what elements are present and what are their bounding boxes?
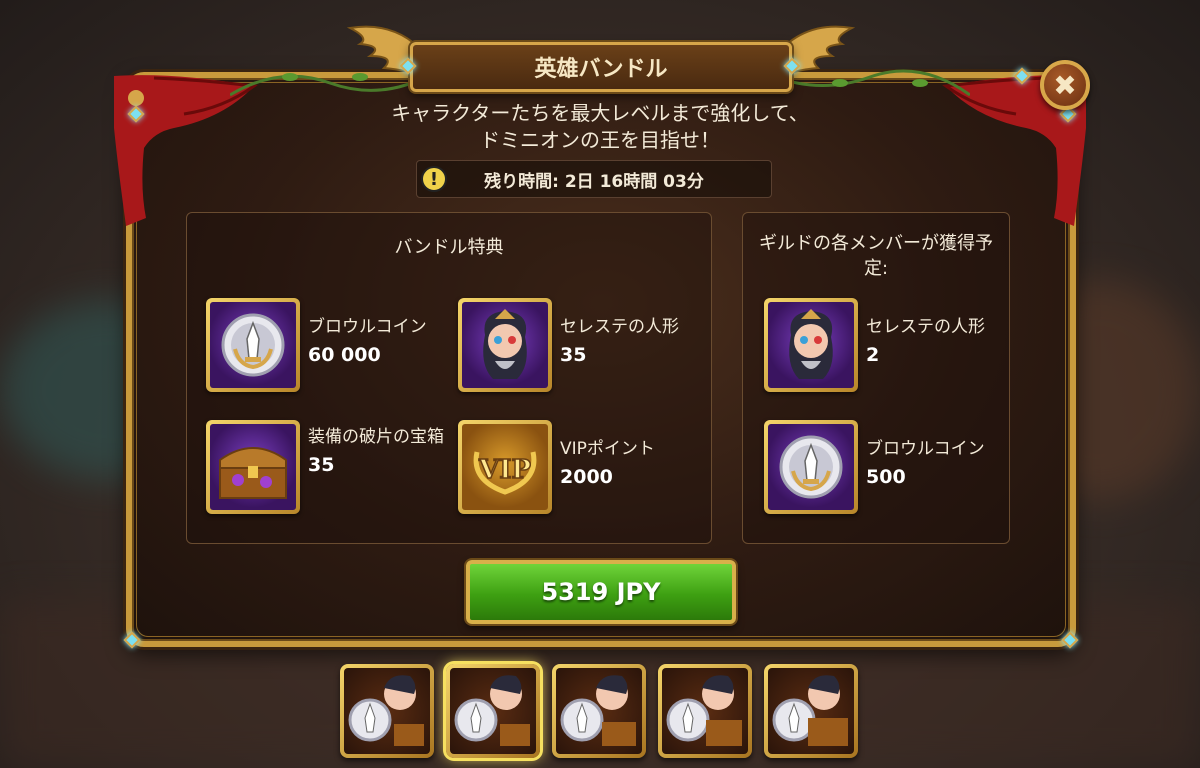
subtitle-line: ドミニオンの王を目指せ！ (480, 128, 720, 152)
item-quantity: 500 (866, 466, 906, 488)
item-name: ブロウルコイン (308, 317, 427, 337)
vip-icon: VIP (458, 420, 552, 514)
item-quantity: 35 (308, 454, 335, 476)
close-button[interactable]: ✖ (1040, 60, 1090, 110)
close-icon: ✖ (1053, 68, 1077, 102)
bundle-tab-selected[interactable] (446, 664, 540, 758)
reward-item[interactable]: VIP VIPポイント 2000 (458, 420, 655, 514)
dialog-subtitle: キャラクターたちを最大レベルまで強化して、 ドミニオンの王を目指せ！ (300, 100, 900, 154)
timer-text: 残り時間: 2日 16時間 03分 (484, 171, 704, 192)
dialog-title: 英雄バンドル (410, 42, 792, 92)
bundle-tab[interactable] (340, 664, 434, 758)
guild-reward-item[interactable]: ブロウルコイン 500 (764, 420, 985, 514)
reward-item[interactable]: 装備の破片の宝箱 35 (206, 420, 448, 514)
item-quantity: 60 000 (308, 344, 381, 366)
bundle-tab[interactable] (764, 664, 858, 758)
celeste-doll-icon (458, 298, 552, 392)
item-name: セレステの人形 (560, 317, 679, 337)
reward-item[interactable]: セレステの人形 35 (458, 298, 679, 392)
guild-rewards-title: ギルドの各メンバーが獲得予定: (759, 233, 993, 279)
item-quantity: 2 (866, 344, 880, 366)
bundle-tab[interactable] (658, 664, 752, 758)
svg-text:VIP: VIP (478, 455, 531, 485)
celeste-doll-icon (764, 298, 858, 392)
time-remaining: ! 残り時間: 2日 16時間 03分 (416, 160, 772, 198)
item-name: セレステの人形 (866, 317, 985, 337)
bundle-rewards-title: バンドル特典 (394, 237, 504, 258)
warning-icon: ! (421, 166, 447, 192)
brawl-coin-icon (206, 298, 300, 392)
guild-reward-item[interactable]: セレステの人形 2 (764, 298, 985, 392)
item-name: 装備の破片の宝箱 (308, 427, 444, 447)
shard-chest-icon (206, 420, 300, 514)
item-name: ブロウルコイン (866, 439, 985, 459)
item-quantity: 2000 (560, 466, 613, 488)
bundle-tab[interactable] (552, 664, 646, 758)
buy-button[interactable]: 5319 JPY (466, 560, 736, 624)
item-name: VIPポイント (560, 439, 655, 459)
brawl-coin-icon (764, 420, 858, 514)
reward-item[interactable]: ブロウルコイン 60 000 (206, 298, 427, 392)
subtitle-line: キャラクターたちを最大レベルまで強化して、 (391, 101, 809, 125)
item-quantity: 35 (560, 344, 587, 366)
